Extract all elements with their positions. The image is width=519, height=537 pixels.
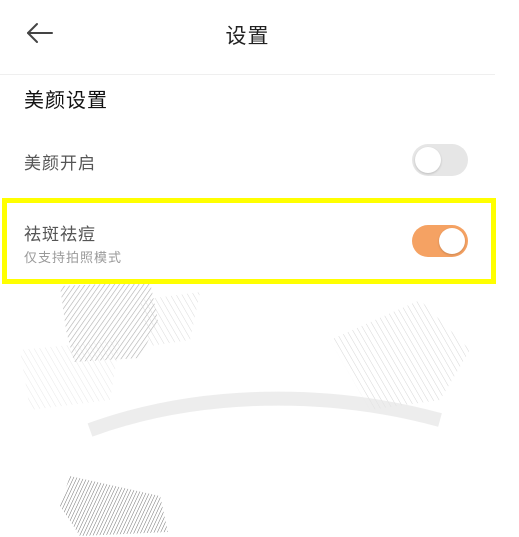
toggle-knob [415,147,441,173]
blemish-removal-toggle[interactable] [412,225,468,257]
section-title-beauty-settings: 美颜设置 [24,88,108,112]
setting-subtitle: 仅支持拍照模式 [24,251,123,266]
background-sketch-image [0,280,519,537]
setting-row-beauty-enable: 美颜开启 [0,128,495,194]
setting-label: 祛斑祛痘 [24,225,96,245]
toggle-knob [439,228,465,254]
page-title: 设置 [225,24,270,48]
app-header: 设置 [0,0,495,75]
setting-row-blemish-removal: 祛斑祛痘 仅支持拍照模式 [0,200,490,280]
beauty-enable-toggle[interactable] [412,144,468,176]
setting-label: 美颜开启 [24,154,96,174]
